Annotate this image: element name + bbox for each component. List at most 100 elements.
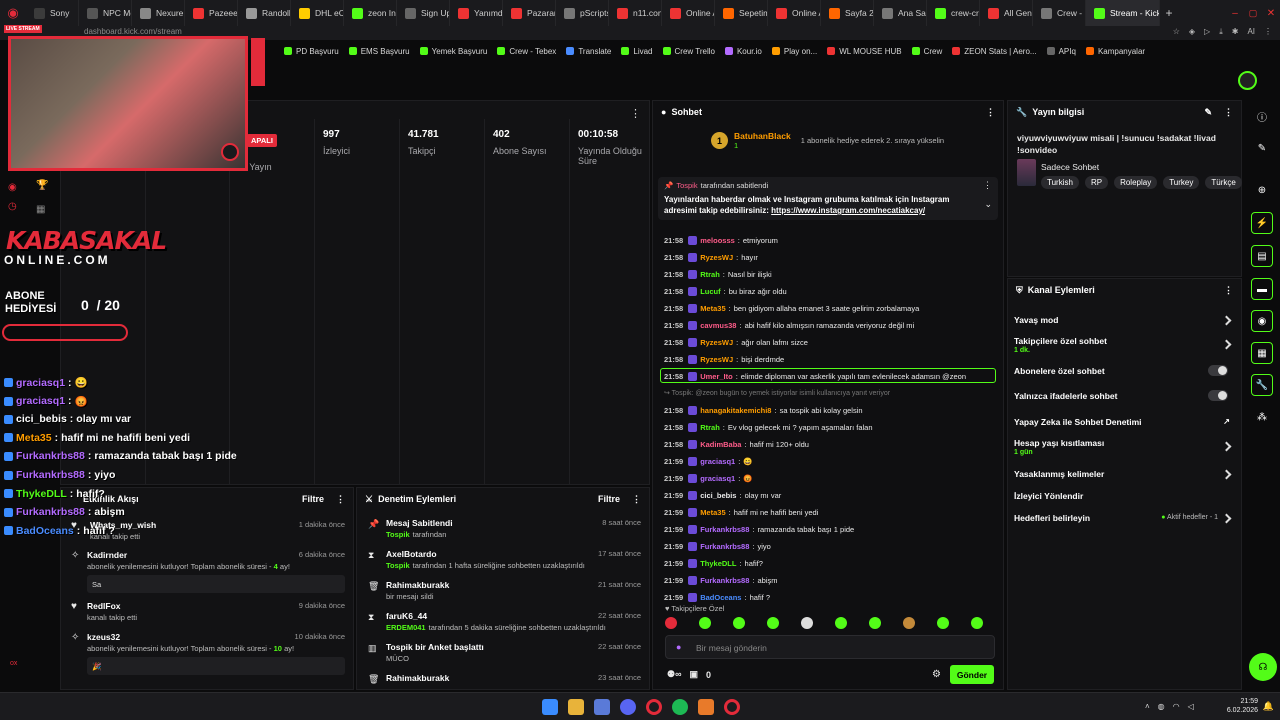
stream-tag[interactable]: Turkish — [1041, 176, 1079, 189]
top-gifter-name[interactable]: BatuhanBlack — [734, 131, 791, 141]
message-user[interactable]: Rtrah — [700, 270, 720, 279]
new-tab-button[interactable]: + — [1160, 0, 1178, 26]
shield-icon[interactable]: ◈ — [1189, 27, 1195, 37]
play-icon[interactable]: ▷ — [1204, 27, 1210, 37]
browser-tab[interactable]: All Genr — [980, 0, 1033, 26]
channel-action-row[interactable]: Hesap yaşı kısıtlaması 1 gün — [1014, 438, 1234, 456]
browser-icon[interactable] — [724, 699, 740, 715]
browser-tab[interactable]: Online A — [768, 0, 821, 26]
pinned-message[interactable]: 📌 Tospik tarafından sabitlendi Yayınlardan… — [658, 177, 998, 220]
chat-message[interactable]: 21:59 Furkankrbs88: ramazanda tabak başı 1… — [664, 525, 854, 534]
browser-tab[interactable]: Stream - Kick D — [1086, 0, 1160, 26]
bookmark-item[interactable]: Play on... — [771, 47, 817, 56]
channel-action-row[interactable]: İzleyici Yönlendir — [1014, 491, 1234, 501]
message-user[interactable]: RyzesWJ — [700, 253, 733, 262]
emote-icon[interactable] — [835, 617, 847, 629]
edit-icon[interactable]: ✎ — [1251, 137, 1273, 159]
message-user[interactable]: Umer_Ito — [700, 372, 733, 381]
bookmark-item[interactable]: WL MOUSE HUB — [827, 47, 902, 56]
message-user[interactable]: BadOceans — [700, 593, 741, 602]
folder-icon[interactable] — [568, 699, 584, 715]
editor-icon[interactable] — [698, 699, 714, 715]
chat-message[interactable]: 21:58 RyzesWJ: hayır — [664, 253, 758, 262]
more-options-icon[interactable]: ⋮ — [1224, 285, 1233, 296]
bookmark-item[interactable]: ZEON Stats | Aero... — [952, 47, 1037, 56]
browser-tab[interactable]: Online A — [662, 0, 715, 26]
pinned-by[interactable]: Tospik — [676, 181, 697, 190]
stream-tag[interactable]: Turkey — [1163, 176, 1200, 189]
chat-message[interactable]: 21:58 meloosss: etmiyorum — [664, 236, 778, 245]
share-icon[interactable]: ⁂ — [1251, 406, 1273, 428]
chat-message[interactable]: 21:59 Meta35: hafif mi ne hafifi beni yedi — [664, 508, 818, 517]
browser-tab[interactable]: Pazaram — [503, 0, 556, 26]
chat-message[interactable]: 21:58 Meta35: ben gidiyom allaha emanet 3 … — [664, 304, 919, 313]
send-button[interactable]: Gönder — [950, 665, 994, 684]
chat-message[interactable]: 21:59 Furkankrbs88: abişm — [664, 576, 778, 585]
emote-icon[interactable] — [903, 617, 915, 629]
browser-tab[interactable]: Nexure — [132, 0, 185, 26]
pinned-link[interactable]: https://www.instagram.com/necatiakcay/ — [771, 206, 925, 215]
bookmark-item[interactable]: Crew - Tebex — [497, 47, 556, 56]
chat-message[interactable]: ↪ Tospik: @zeon bugün to yemek istiyorla… — [664, 389, 890, 397]
browser-tab[interactable]: Pazeee — [185, 0, 238, 26]
clock-date[interactable]: 6.02.2026 — [1227, 706, 1258, 715]
language-icon[interactable]: ◍ — [1158, 702, 1165, 711]
moderator-name[interactable]: Tospik — [386, 561, 410, 570]
message-user[interactable]: Furkankrbs88 — [700, 542, 749, 551]
browser-tab[interactable]: Crew - — [1033, 0, 1086, 26]
window-minimize-icon[interactable]: – — [1226, 8, 1244, 19]
moderation-filter-button[interactable]: Filtre — [598, 494, 620, 505]
menu-icon[interactable]: ⋮ — [1264, 27, 1272, 37]
browser-tab[interactable]: Sony — [26, 0, 79, 26]
more-options-icon[interactable]: ⋮ — [986, 107, 995, 118]
browser-tab[interactable]: NPC Mo — [79, 0, 132, 26]
chat-message[interactable]: 21:59 BadOceans: hafif ? — [664, 593, 770, 602]
more-options-icon[interactable]: ⋮ — [983, 180, 992, 191]
chat-message[interactable]: 21:58 RyzesWJ: ağır olan lafmı sizce — [664, 338, 808, 347]
target-icon[interactable]: ⊕ — [1251, 179, 1273, 201]
stream-tag[interactable]: Türkçe — [1205, 176, 1242, 189]
message-user[interactable]: meloosss — [700, 236, 735, 245]
lightning-icon[interactable]: ⚡ — [1251, 212, 1273, 234]
message-user[interactable]: ThykeDLL — [700, 559, 736, 568]
chat-message[interactable]: 21:59 graciasq1: 😡 — [664, 474, 753, 483]
chat-message[interactable]: 21:58 hanagakitakemichi8: sa tospik abi ko… — [664, 406, 863, 415]
external-link-icon[interactable]: ↗ — [1223, 417, 1230, 426]
wifi-icon[interactable]: ◠ — [1173, 702, 1180, 711]
chat-message[interactable]: 21:59 graciasq1: 😀 — [664, 457, 753, 466]
message-user[interactable]: graciasq1 — [700, 474, 735, 483]
channel-action-row[interactable]: Takipçilere özel sohbet 1 dk. — [1014, 336, 1234, 354]
browser-tab[interactable]: Sayfa 2 — [821, 0, 874, 26]
headset-icon[interactable]: ☊ — [1249, 653, 1277, 681]
toggle-switch[interactable] — [1208, 390, 1228, 401]
more-options-icon[interactable]: ⋮ — [336, 494, 345, 505]
chat-input[interactable]: ● Bir mesaj gönderin — [665, 635, 995, 659]
mic-icon[interactable]: ● — [676, 642, 681, 652]
bookmark-item[interactable]: Translate — [566, 47, 611, 56]
browser-tab[interactable]: Randolli — [238, 0, 291, 26]
chat-message[interactable]: 21:59 ThykeDLL: hafif? — [664, 559, 763, 568]
window-close-icon[interactable]: ✕ — [1262, 8, 1280, 19]
emote-icon[interactable] — [869, 617, 881, 629]
edit-icon[interactable]: ✎ — [1204, 107, 1212, 118]
message-user[interactable]: Lucuf — [700, 287, 720, 296]
chat-message[interactable]: 21:58 Lucuf: bu biraz ağır oldu — [664, 287, 787, 296]
emote-icon[interactable] — [937, 617, 949, 629]
opera-icon[interactable] — [646, 699, 662, 715]
browser-tab[interactable]: n11.com — [609, 0, 662, 26]
message-user[interactable]: cavmus38 — [700, 321, 736, 330]
channel-action-row[interactable]: Yasaklanmış kelimeler — [1014, 469, 1234, 480]
message-user[interactable]: Furkankrbs88 — [700, 576, 749, 585]
more-options-icon[interactable]: ⋮ — [1224, 107, 1233, 118]
bookmark-item[interactable]: EMS Başvuru — [348, 47, 410, 56]
app-icon[interactable] — [594, 699, 610, 715]
message-user[interactable]: RyzesWJ — [700, 338, 733, 347]
layout-icon[interactable]: ▦ — [1251, 342, 1273, 364]
toggle-switch[interactable] — [1208, 365, 1228, 376]
gear-icon[interactable]: ⚙ — [932, 669, 941, 680]
emote-icon[interactable] — [665, 617, 677, 629]
gift-icon[interactable]: ▣ — [689, 669, 698, 680]
emote-icon[interactable] — [971, 617, 983, 629]
browser-tab[interactable]: pScripts — [556, 0, 609, 26]
message-user[interactable]: KadimBaba — [700, 440, 741, 449]
